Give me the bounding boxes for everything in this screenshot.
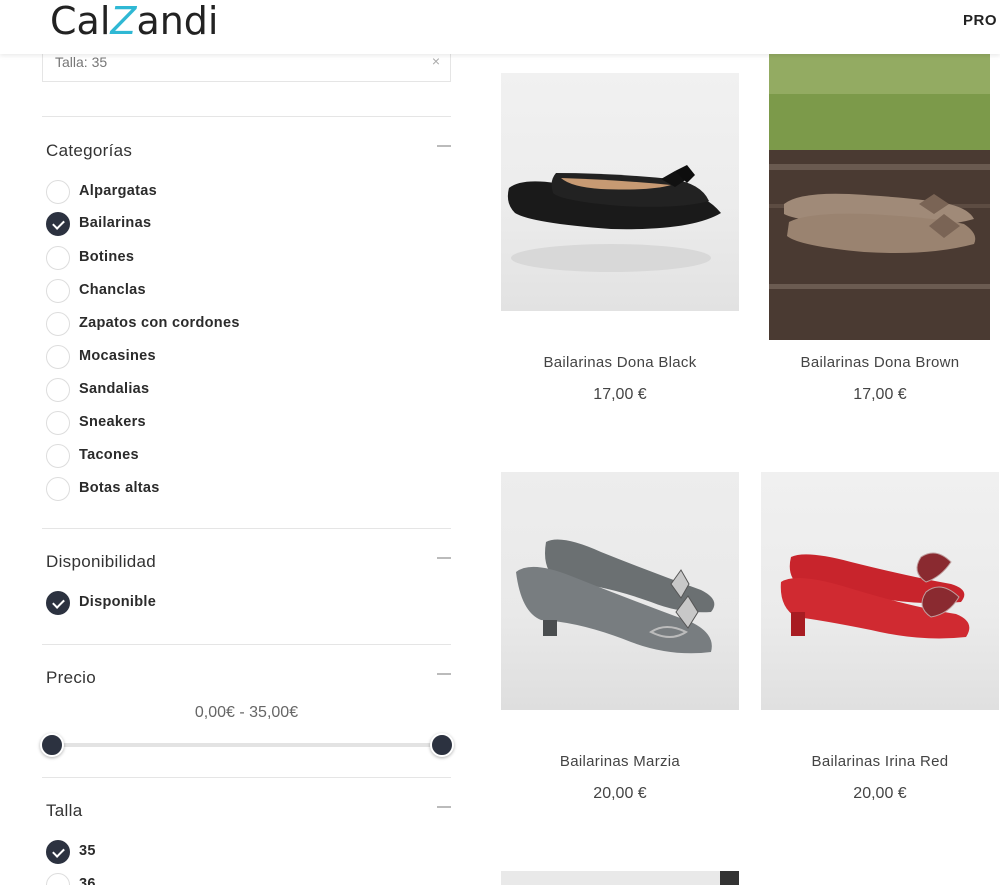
collapse-minus-icon[interactable]: [437, 145, 451, 147]
checkbox-unchecked[interactable]: [46, 312, 70, 336]
checkbox-checked[interactable]: [46, 591, 70, 615]
checkbox-unchecked[interactable]: [46, 477, 70, 501]
product-name[interactable]: Bailarinas Irina Red: [761, 753, 999, 770]
checkbox-unchecked[interactable]: [46, 411, 70, 435]
product-price: 20,00 €: [853, 785, 907, 802]
price-range-text: 0,00€ - 35,00€: [194, 704, 299, 721]
product-price: 17,00 €: [853, 386, 907, 403]
product-image[interactable]: [769, 54, 990, 340]
section-title-size: Talla: [46, 801, 83, 820]
product-image[interactable]: [761, 472, 999, 710]
checkbox-checked[interactable]: [46, 840, 70, 864]
shoe-red-illustration: [780, 552, 970, 639]
section-title-categories: Categorías: [46, 141, 133, 160]
product-image[interactable]: [501, 472, 739, 710]
product-image-fragment: [720, 871, 739, 885]
product-image[interactable]: [501, 73, 739, 311]
shoe-black-illustration: [507, 165, 721, 272]
availability-option-label: Disponible: [79, 594, 157, 610]
size-option-label: 36: [79, 876, 96, 885]
product-name[interactable]: Bailarinas Dona Black: [501, 354, 739, 371]
category-option-label: Mocasines: [79, 348, 156, 364]
collapse-minus-icon[interactable]: [437, 806, 451, 808]
product-price: 20,00 €: [593, 785, 647, 802]
checkbox-unchecked[interactable]: [46, 378, 70, 402]
price-slider-min-handle[interactable]: [40, 733, 64, 757]
size-option-label: 35: [79, 843, 96, 859]
logo-text-left: Cal: [50, 0, 111, 43]
category-option-label: Chanclas: [79, 282, 146, 298]
category-option-label: Tacones: [79, 447, 139, 463]
availability-section: Disponibilidad: [42, 528, 451, 644]
category-option-label: Alpargatas: [79, 183, 157, 199]
shoe-brown-illustration: [769, 54, 990, 340]
category-option-label: Botas altas: [79, 480, 160, 496]
collapse-minus-icon[interactable]: [437, 557, 451, 559]
checkbox-unchecked[interactable]: [46, 180, 70, 204]
logo-text-right: andi: [136, 0, 219, 43]
product-image[interactable]: [501, 871, 739, 885]
close-icon[interactable]: ×: [432, 53, 440, 69]
checkbox-unchecked[interactable]: [46, 444, 70, 468]
price-slider-track[interactable]: [53, 743, 443, 747]
category-option-label: Sandalias: [79, 381, 150, 397]
section-title-availability: Disponibilidad: [46, 552, 157, 571]
logo-z: Z: [110, 0, 137, 43]
category-option-label: Zapatos con cordones: [79, 315, 240, 331]
active-filter-label: Talla: 35: [55, 54, 108, 70]
shoe-grey-illustration: [516, 539, 715, 654]
checkbox-unchecked[interactable]: [46, 345, 70, 369]
size-section: Talla: [42, 777, 451, 885]
checkbox-unchecked[interactable]: [46, 246, 70, 270]
nav-item-products[interactable]: PRO: [963, 12, 997, 29]
category-option-label: Botines: [79, 249, 135, 265]
product-name[interactable]: Bailarinas Dona Brown: [760, 354, 1000, 371]
site-header: CalZandi PRO: [0, 0, 1000, 54]
product-name[interactable]: Bailarinas Marzia: [501, 753, 739, 770]
site-logo[interactable]: CalZandi: [50, 0, 219, 42]
checkbox-unchecked[interactable]: [46, 279, 70, 303]
category-option-label: Sneakers: [79, 414, 146, 430]
collapse-minus-icon[interactable]: [437, 673, 451, 675]
price-slider-max-handle[interactable]: [430, 733, 454, 757]
section-title-price: Precio: [46, 668, 96, 687]
checkbox-checked[interactable]: [46, 212, 70, 236]
product-price: 17,00 €: [593, 386, 647, 403]
category-option-label: Bailarinas: [79, 215, 152, 231]
